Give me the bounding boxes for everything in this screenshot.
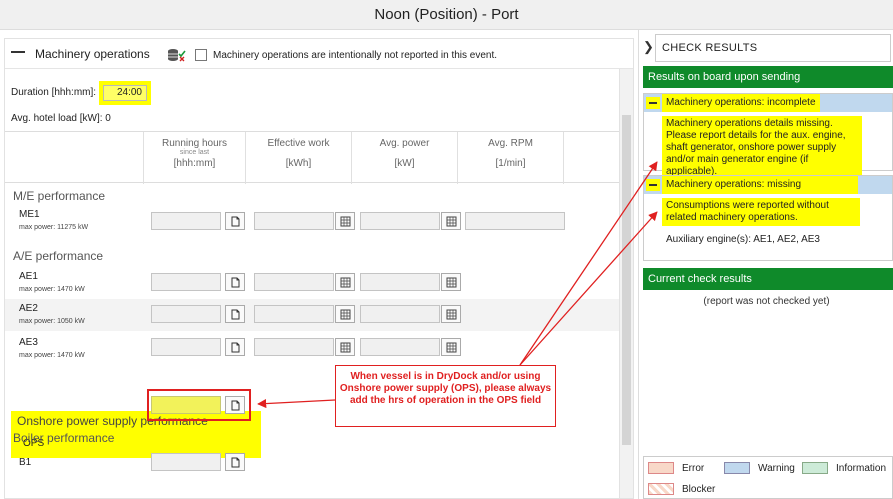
copy-button[interactable] xyxy=(225,338,245,356)
vertical-scrollbar[interactable] xyxy=(619,69,633,498)
copy-button[interactable] xyxy=(225,453,245,471)
collapse-icon[interactable] xyxy=(11,51,25,53)
calculator-icon xyxy=(340,342,350,352)
calculator-button[interactable] xyxy=(441,305,461,323)
result-card-message: Consumptions were reported without relat… xyxy=(662,198,860,226)
calculator-icon xyxy=(340,216,350,226)
collapse-icon[interactable] xyxy=(646,97,660,109)
check-results-panel: ❯ CHECK RESULTS Results on board upon se… xyxy=(638,30,893,499)
collapse-icon[interactable] xyxy=(646,179,660,191)
result-card-missing: Machinery operations: missing Consumptio… xyxy=(643,175,893,261)
copy-button[interactable] xyxy=(225,273,245,291)
calculator-button[interactable] xyxy=(335,212,355,230)
duration-input[interactable]: 24:00 xyxy=(103,85,147,101)
calculator-icon xyxy=(340,277,350,287)
calculator-button[interactable] xyxy=(441,273,461,291)
legend-label: Blocker xyxy=(682,484,716,495)
legend-swatch-error xyxy=(648,462,674,474)
legend-label: Warning xyxy=(758,463,795,474)
me-performance-title: M/E performance xyxy=(13,189,106,203)
onboard-results-header: Results on board upon sending xyxy=(643,66,893,88)
duration-label: Duration [hhh:mm]: xyxy=(11,87,97,98)
hotel-load-label: Avg. hotel load [kW]: 0 xyxy=(11,113,111,124)
table-row: B1 xyxy=(5,447,619,479)
avg-power-input[interactable] xyxy=(360,273,440,291)
result-card-detail: Auxiliary engine(s): AE1, AE2, AE3 xyxy=(666,234,820,245)
calculator-icon xyxy=(446,216,456,226)
legend-label: Error xyxy=(682,463,705,474)
running-hours-input[interactable] xyxy=(151,338,221,356)
result-card-message: Machinery operations details missing. Pl… xyxy=(662,116,862,180)
effective-work-input[interactable] xyxy=(254,212,334,230)
effective-work-input[interactable] xyxy=(254,273,334,291)
calculator-icon xyxy=(340,309,350,319)
calculator-icon xyxy=(446,309,456,319)
calculator-icon xyxy=(446,342,456,352)
running-hours-input[interactable] xyxy=(151,273,221,291)
database-check-icon xyxy=(168,49,186,62)
current-results-header: Current check results xyxy=(643,268,893,290)
running-hours-input[interactable] xyxy=(151,212,221,230)
result-card-title: Machinery operations: missing xyxy=(662,176,858,194)
col-running-hours: Running hours since last [hhh:mm] xyxy=(143,132,245,184)
avg-rpm-input[interactable] xyxy=(465,212,565,230)
table-row: AE3 max power: 1470 kW xyxy=(5,333,619,365)
copy-icon xyxy=(231,457,239,467)
legend: Error Warning Information Blocker xyxy=(643,456,893,499)
running-hours-input[interactable] xyxy=(151,453,221,471)
table-row: ME1 max power: 11275 kW xyxy=(5,205,619,237)
calculator-button[interactable] xyxy=(335,338,355,356)
not-reported-checkbox[interactable] xyxy=(195,49,207,61)
col-effective-work: Effective work [kWh] xyxy=(245,132,351,184)
copy-icon xyxy=(231,309,239,319)
copy-button[interactable] xyxy=(225,396,245,414)
legend-label: Information xyxy=(836,463,887,474)
table-row: AE2 max power: 1050 kW xyxy=(5,299,619,331)
copy-icon xyxy=(231,342,239,352)
boiler-performance-title: Boiler performance xyxy=(13,431,115,445)
section-title: Machinery operations xyxy=(35,47,150,61)
legend-swatch-blocker xyxy=(648,483,674,495)
machinery-panel: Machinery operations Machinery operation… xyxy=(4,38,634,499)
not-reported-label: Machinery operations are intentionally n… xyxy=(213,50,498,61)
avg-power-input[interactable] xyxy=(360,212,440,230)
result-card-title: Machinery operations: incomplete xyxy=(662,94,820,112)
calculator-button[interactable] xyxy=(335,305,355,323)
check-results-title: CHECK RESULTS xyxy=(655,34,891,62)
ops-callout: When vessel is in DryDock and/or using O… xyxy=(335,365,556,427)
col-avg-rpm: Avg. RPM [1/min] xyxy=(457,132,563,184)
section-header: Machinery operations Machinery operation… xyxy=(5,39,633,69)
chevron-right-icon[interactable]: ❯ xyxy=(643,39,654,55)
copy-icon xyxy=(231,277,239,287)
not-checked-text: (report was not checked yet) xyxy=(703,296,830,307)
copy-icon xyxy=(231,400,239,410)
copy-icon xyxy=(231,216,239,226)
col-avg-power: Avg. power [kW] xyxy=(351,132,457,184)
result-card-incomplete: Machinery operations: incomplete Machine… xyxy=(643,93,893,180)
grid-header: Running hours since last [hhh:mm] Effect… xyxy=(5,131,633,184)
check-results-header: ❯ CHECK RESULTS xyxy=(639,30,893,62)
avg-power-input[interactable] xyxy=(360,305,440,323)
title-bar: Noon (Position) - Port xyxy=(0,0,893,30)
avg-power-input[interactable] xyxy=(360,338,440,356)
effective-work-input[interactable] xyxy=(254,305,334,323)
table-row: AE1 max power: 1470 kW xyxy=(5,267,619,299)
calculator-button[interactable] xyxy=(335,273,355,291)
copy-button[interactable] xyxy=(225,212,245,230)
ae-performance-title: A/E performance xyxy=(13,249,104,263)
legend-swatch-information xyxy=(802,462,828,474)
scrollbar-thumb[interactable] xyxy=(622,115,631,445)
effective-work-input[interactable] xyxy=(254,338,334,356)
legend-swatch-warning xyxy=(724,462,750,474)
calculator-button[interactable] xyxy=(441,212,461,230)
window-title: Noon (Position) - Port xyxy=(374,6,519,23)
copy-button[interactable] xyxy=(225,305,245,323)
ops-running-hours-input[interactable] xyxy=(151,396,221,414)
running-hours-input[interactable] xyxy=(151,305,221,323)
calculator-icon xyxy=(446,277,456,287)
calculator-button[interactable] xyxy=(441,338,461,356)
